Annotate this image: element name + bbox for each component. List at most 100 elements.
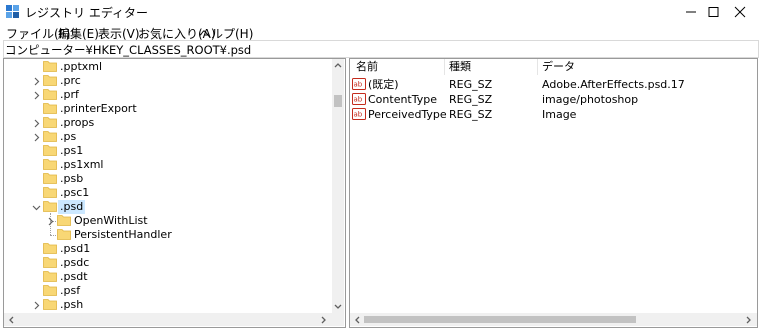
expand-chevron-icon[interactable] xyxy=(32,133,41,142)
tree-item[interactable]: .pptxml xyxy=(4,60,332,74)
scroll-corner xyxy=(332,313,344,326)
tree-item-label: PersistentHandler xyxy=(74,228,172,241)
scroll-right-icon[interactable] xyxy=(746,316,752,324)
column-header-type[interactable]: 種類 xyxy=(449,59,471,75)
tree-item[interactable]: .ps1xml xyxy=(4,158,332,172)
tree-item-label: .psdc xyxy=(60,256,90,269)
value-name: ContentType xyxy=(368,93,438,106)
folder-icon xyxy=(57,229,71,240)
tree-item-label: .props xyxy=(60,116,95,129)
tree-item[interactable]: .psb xyxy=(4,172,332,186)
tree-item-label: OpenWithList xyxy=(74,214,148,227)
tree-item[interactable]: .prc xyxy=(4,74,332,88)
folder-icon xyxy=(43,145,57,156)
tree-item-label: .psd1 xyxy=(60,242,91,255)
folder-icon xyxy=(43,131,57,142)
tree-item-label: .prf xyxy=(60,88,79,101)
address-path[interactable]: コンピューター¥HKEY_CLASSES_ROOT¥.psd xyxy=(5,42,251,58)
folder-icon xyxy=(43,173,57,184)
column-header-data[interactable]: データ xyxy=(542,59,575,75)
tree-item-label: .ps1xml xyxy=(60,158,104,171)
close-button[interactable] xyxy=(717,0,760,23)
svg-text:ab: ab xyxy=(354,96,363,104)
column-divider[interactable] xyxy=(444,59,445,75)
value-data: Adobe.AfterEffects.psd.17 xyxy=(542,78,685,91)
folder-icon xyxy=(57,215,71,226)
tree-item[interactable]: .psd1 xyxy=(4,242,332,256)
folder-icon xyxy=(43,299,57,310)
folder-icon xyxy=(43,89,57,100)
value-name: (既定) xyxy=(368,78,399,91)
folder-icon xyxy=(43,159,57,170)
window-title: レジストリ エディター xyxy=(25,6,148,20)
tree-item[interactable]: .psh xyxy=(4,298,332,312)
tree-item[interactable]: .printerExport xyxy=(4,102,332,116)
tree-item-label: .ps xyxy=(60,130,77,143)
collapse-chevron-icon[interactable] xyxy=(32,203,41,212)
expand-chevron-icon[interactable] xyxy=(32,77,41,86)
folder-icon xyxy=(43,61,57,72)
value-data: Image xyxy=(542,108,577,121)
column-header-name[interactable]: 名前 xyxy=(356,59,378,75)
folder-icon xyxy=(43,103,57,114)
scroll-up-icon[interactable] xyxy=(334,62,342,68)
scroll-down-icon[interactable] xyxy=(334,304,342,310)
tree-item-label: .ps1 xyxy=(60,144,84,157)
tree-item-label: .psb xyxy=(60,172,84,185)
tree-horizontal-scrollbar[interactable] xyxy=(4,313,332,326)
string-value-icon: ab xyxy=(352,93,366,105)
scroll-left-icon[interactable] xyxy=(8,316,14,324)
list-horizontal-scrollbar[interactable] xyxy=(350,313,757,326)
folder-icon xyxy=(43,201,57,212)
value-row[interactable]: ab PerceivedType REG_SZ Image xyxy=(350,107,750,122)
tree-item[interactable]: .psc1 xyxy=(4,186,332,200)
tree-connector-line xyxy=(50,235,56,236)
folder-icon xyxy=(43,117,57,128)
tree-item[interactable]: .ps1 xyxy=(4,144,332,158)
tree-item[interactable]: .psf xyxy=(4,284,332,298)
tree-item[interactable]: .ps xyxy=(4,130,332,144)
tree-item[interactable]: .prf xyxy=(4,88,332,102)
folder-icon xyxy=(43,187,57,198)
value-type: REG_SZ xyxy=(449,78,493,91)
address-bar[interactable]: コンピューター¥HKEY_CLASSES_ROOT¥.psd xyxy=(3,40,759,58)
tree-item[interactable]: .psdt xyxy=(4,270,332,284)
close-icon xyxy=(734,6,746,18)
tree-item-label: .psh xyxy=(60,298,84,311)
scroll-left-icon[interactable] xyxy=(354,316,360,324)
tree-item-label: .prc xyxy=(60,74,81,87)
tree-item-label: .pptxml xyxy=(60,60,103,73)
svg-text:ab: ab xyxy=(354,111,363,119)
menu-bar: ファイル(F) 編集(E) 表示(V) お気に入り(A) ヘルプ(H) xyxy=(0,23,760,41)
value-row[interactable]: ab (既定) REG_SZ Adobe.AfterEffects.psd.17 xyxy=(350,77,750,92)
value-type: REG_SZ xyxy=(449,108,493,121)
list-horizontal-scroll-thumb[interactable] xyxy=(364,316,636,323)
tree-item[interactable]: .psd xyxy=(4,200,332,214)
registry-editor-icon xyxy=(6,5,19,18)
value-type: REG_SZ xyxy=(449,93,493,106)
tree-item-label: .psdt xyxy=(60,270,88,283)
value-data: image/photoshop xyxy=(542,93,639,106)
expand-chevron-icon[interactable] xyxy=(32,119,41,128)
value-row[interactable]: ab ContentType REG_SZ image/photoshop xyxy=(350,92,750,107)
string-value-icon: ab xyxy=(352,78,366,90)
key-tree-pane: .pptxml .prc .prf .printerExport .props .ps .p… xyxy=(3,58,346,328)
column-divider[interactable] xyxy=(537,59,538,75)
tree-item[interactable]: .props xyxy=(4,116,332,130)
tree-item-label: .printerExport xyxy=(60,102,137,115)
expand-chevron-icon[interactable] xyxy=(32,301,41,310)
tree-item[interactable]: .psdc xyxy=(4,256,332,270)
tree-rows: .pptxml .prc .prf .printerExport .props .ps .p… xyxy=(4,59,332,313)
folder-icon xyxy=(43,243,57,254)
tree-connector-line xyxy=(50,213,51,235)
expand-chevron-icon[interactable] xyxy=(32,91,41,100)
string-value-icon: ab xyxy=(352,108,366,120)
values-list-pane: 名前 種類 データ ab (既定) REG_SZ Adobe.AfterEffe… xyxy=(349,58,758,328)
tree-vertical-scrollbar[interactable] xyxy=(332,59,344,313)
scroll-right-icon[interactable] xyxy=(321,316,327,324)
tree-item-label: .psc1 xyxy=(60,186,90,199)
folder-icon xyxy=(43,271,57,282)
tree-vertical-scroll-thumb[interactable] xyxy=(334,95,342,107)
title-bar: レジストリ エディター xyxy=(0,0,760,23)
svg-text:ab: ab xyxy=(354,81,363,89)
